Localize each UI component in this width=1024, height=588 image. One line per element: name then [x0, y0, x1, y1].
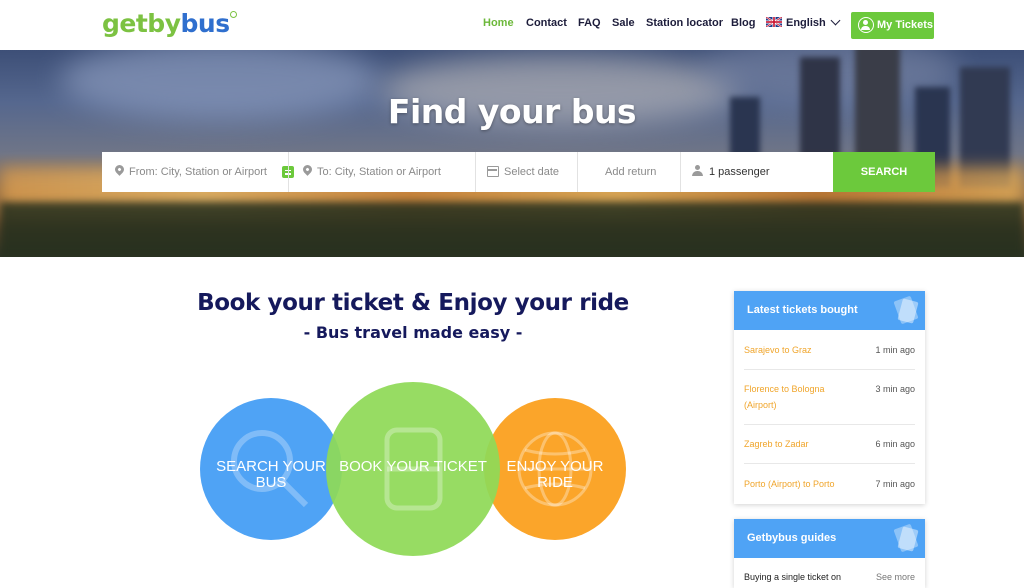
guides-title: Getbybus guides [747, 532, 837, 544]
search-bar: From: City, Station or Airport To: City,… [102, 152, 935, 192]
passengers-field[interactable]: 1 passenger [680, 152, 833, 192]
date-field[interactable]: Select date [475, 152, 577, 192]
nav-blog[interactable]: Blog [731, 17, 755, 29]
language-label: English [786, 17, 826, 29]
guides-card: Getbybus guides Buying a single ticket o… [734, 519, 925, 588]
hero-treeline [0, 202, 1024, 257]
site-header: getbybus Home Contact FAQ Sale Station l… [0, 0, 1024, 50]
passenger-icon [692, 165, 703, 177]
page-subheadline: - Bus travel made easy - [303, 323, 523, 342]
tickets-icon [894, 296, 919, 324]
ticket-row[interactable]: Porto (Airport) to Porto 7 min ago [744, 464, 915, 504]
latest-tickets-header: Latest tickets bought [734, 291, 925, 330]
hero-banner: Find your bus From: City, Station or Air… [0, 50, 1024, 257]
ticket-row[interactable]: Zagreb to Zadar 6 min ago [744, 425, 915, 464]
my-tickets-label: My Tickets [877, 19, 934, 31]
ticket-time: 7 min ago [875, 479, 915, 489]
getbybus-logo[interactable]: getbybus [102, 9, 237, 39]
ticket-route[interactable]: Sarajevo to Graz [744, 342, 854, 358]
ticket-time: 1 min ago [875, 345, 915, 355]
step-book-line1: BOOK YOUR TICKET [339, 458, 487, 475]
ticket-route[interactable]: Zagreb to Zadar [744, 436, 854, 452]
nav-home[interactable]: Home [483, 17, 514, 29]
from-field[interactable]: From: City, Station or Airport [102, 152, 288, 192]
my-tickets-button[interactable]: My Tickets [851, 12, 934, 39]
guides-header: Getbybus guides [734, 519, 925, 558]
ticket-row[interactable]: Florence to Bologna (Airport) 3 min ago [744, 370, 915, 425]
to-placeholder: To: City, Station or Airport [317, 166, 441, 178]
from-placeholder: From: City, Station or Airport [129, 166, 267, 178]
nav-sale[interactable]: Sale [612, 17, 635, 29]
logo-part-green: getby [102, 9, 181, 38]
location-pin-icon [301, 163, 314, 176]
registered-icon [229, 11, 237, 18]
guide-title[interactable]: Buying a single ticket on [744, 572, 841, 582]
ticket-time: 6 min ago [875, 439, 915, 449]
step-search-line2: BUS [255, 474, 287, 491]
step-enjoy-label: ENJOY YOUR RIDE [490, 459, 620, 491]
search-button[interactable]: SEARCH [833, 152, 935, 192]
ticket-row[interactable]: Sarajevo to Graz 1 min ago [744, 330, 915, 370]
latest-tickets-card: Latest tickets bought Sarajevo to Graz 1… [734, 291, 925, 504]
uk-flag-icon [766, 17, 782, 27]
date-placeholder: Select date [504, 166, 560, 178]
step-search-label: SEARCH YOUR BUS [206, 459, 336, 491]
nav-contact[interactable]: Contact [526, 17, 567, 29]
to-field[interactable]: To: City, Station or Airport [288, 152, 475, 192]
return-placeholder: Add return [605, 166, 657, 178]
language-selector[interactable]: English [766, 15, 841, 29]
ticket-time: 3 min ago [875, 384, 915, 394]
step-search-line1: SEARCH YOUR [216, 458, 326, 475]
location-pin-icon [113, 163, 126, 176]
guide-see-more-link[interactable]: See more [876, 572, 915, 582]
nav-station-locator[interactable]: Station locator [646, 17, 723, 29]
step-enjoy-line1: ENJOY YOUR [506, 458, 604, 475]
page-headline: Book your ticket & Enjoy your ride [197, 290, 629, 316]
guide-row[interactable]: Buying a single ticket on See more [744, 558, 915, 588]
return-field[interactable]: Add return [577, 152, 680, 192]
user-icon [858, 17, 874, 33]
ticket-route[interactable]: Florence to Bologna (Airport) [744, 381, 854, 413]
latest-tickets-title: Latest tickets bought [747, 304, 858, 316]
guide-book-icon [894, 524, 919, 552]
hero-title: Find your bus [387, 92, 637, 131]
nav-faq[interactable]: FAQ [578, 17, 601, 29]
step-book-label: BOOK YOUR TICKET [338, 459, 488, 475]
passengers-value: 1 passenger [709, 166, 770, 178]
chevron-down-icon [830, 15, 841, 26]
step-enjoy-line2: RIDE [537, 474, 573, 491]
calendar-icon [487, 166, 499, 177]
ticket-route[interactable]: Porto (Airport) to Porto [744, 476, 854, 492]
logo-part-blue: bus [180, 9, 231, 38]
